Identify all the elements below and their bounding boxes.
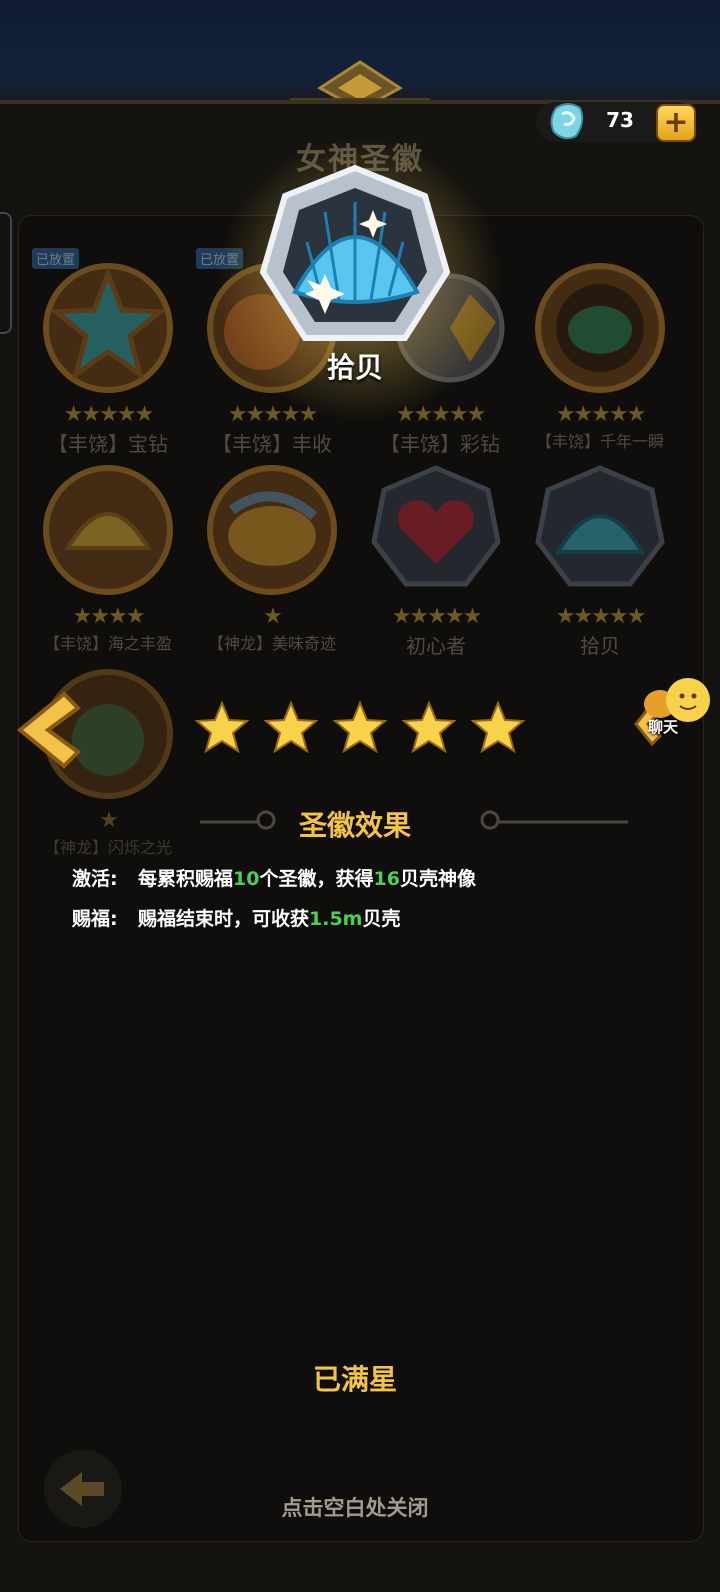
star-icon <box>401 700 457 754</box>
medal-stars: ★★★★★ <box>555 604 647 629</box>
effect-bless-line: 赐福: 赐福结束时，可收获1.5m贝壳 <box>72 904 401 931</box>
medal-name: 【丰饶】丰收 <box>212 432 332 456</box>
star-rating <box>0 700 720 760</box>
medal-item-meiweiqiji[interactable]: ★ 【神龙】美味奇迹 <box>192 460 352 654</box>
star-icon <box>332 700 388 754</box>
scallop-shell-icon <box>259 164 451 341</box>
heart-medal-icon <box>371 465 501 587</box>
dragon-feast-medal-icon <box>207 465 337 595</box>
activate-reward: 16 <box>373 868 400 890</box>
activate-text: 贝壳神像 <box>399 868 476 890</box>
bless-amount: 1.5m <box>309 908 363 930</box>
featured-medal-name: 拾贝 <box>326 351 383 384</box>
shell-medal-icon <box>535 465 665 587</box>
medal-name: 【丰饶】千年一瞬 <box>535 432 664 451</box>
medal-stars: ★ <box>263 604 283 629</box>
currency-value: 73 <box>606 108 634 132</box>
effect-activate-line: 激活: 每累积赐福10个圣徽，获得16贝壳神像 <box>72 864 476 891</box>
medal-stars: ★★★★★ <box>391 604 483 629</box>
medal-item-shibei[interactable]: ★★★★★ 拾贝 <box>520 460 680 659</box>
medal-name: 初心者 <box>406 634 466 658</box>
activate-label: 激活: <box>72 868 118 890</box>
medal-name: 【丰饶】宝钻 <box>48 432 168 456</box>
medal-stars: ★★★★ <box>72 604 146 629</box>
golden-shell-medal-icon <box>43 465 173 595</box>
bless-text: 赐福结束时，可收获 <box>138 908 310 930</box>
medal-stars: ★★★★★ <box>63 402 155 427</box>
medal-item-chuxinzhe[interactable]: ★★★★★ 初心者 <box>356 460 516 659</box>
close-hint[interactable]: 点击空白处关闭 <box>0 1492 710 1522</box>
placed-badge: 已放置 <box>32 248 80 269</box>
medal-name: 【神龙】美味奇迹 <box>207 634 336 653</box>
max-star-status: 已满星 <box>312 1363 397 1396</box>
chat-label[interactable]: 聊天 <box>648 716 678 737</box>
medal-name: 【丰饶】彩钻 <box>380 432 500 456</box>
bless-text: 贝壳 <box>362 908 401 930</box>
medal-stars: ★★★★★ <box>555 402 647 427</box>
activate-text: 个圣徽，获得 <box>259 868 374 890</box>
activate-count: 10 <box>233 868 260 890</box>
divider-ornament-right <box>480 810 628 830</box>
side-tab[interactable] <box>0 212 12 334</box>
star-icon <box>194 700 250 754</box>
medal-item-haizhifengying[interactable]: ★★★★ 【丰饶】海之丰盈 <box>28 460 188 654</box>
activate-text: 每累积赐福 <box>138 868 234 890</box>
bless-label: 赐福: <box>72 908 118 930</box>
star-icon <box>263 700 319 754</box>
star-icon <box>470 700 526 754</box>
medal-name: 拾贝 <box>580 634 620 658</box>
medal-name: 【丰饶】海之丰盈 <box>43 634 172 653</box>
